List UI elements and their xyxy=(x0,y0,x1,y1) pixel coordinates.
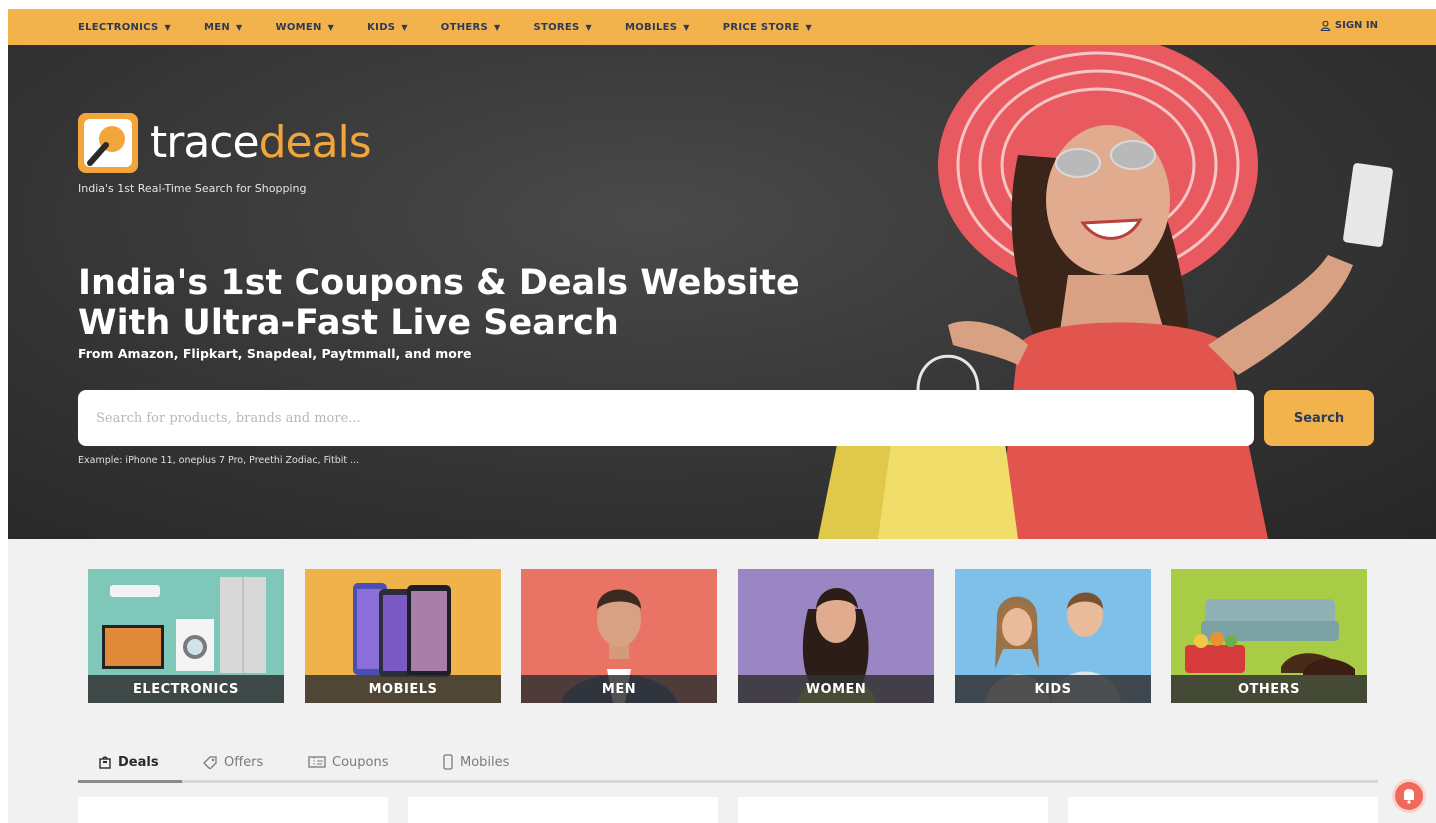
tab-deals[interactable]: Deals xyxy=(98,747,159,777)
nav-women[interactable]: WOMEN ▼ xyxy=(275,22,334,33)
nav-label: MEN xyxy=(203,21,231,33)
coupon-icon xyxy=(308,756,326,768)
top-nav: ELECTRONICS ▼ MEN ▼ WOMEN ▼ KIDS ▼ OTHERS ▼ S… xyxy=(8,9,1436,45)
hero-headline: India's 1st Coupons & Deals Website With… xyxy=(78,263,800,343)
category-kids[interactable]: KIDS xyxy=(955,569,1151,703)
tab-label: Coupons xyxy=(332,754,389,770)
hero-banner: tracedeals India's 1st Real-Time Search … xyxy=(8,45,1436,539)
chevron-down-icon: ▼ xyxy=(327,22,335,32)
category-label: OTHERS xyxy=(1171,675,1367,703)
sign-in-link[interactable]: SIGN IN xyxy=(1320,20,1378,31)
tagline: India's 1st Real-Time Search for Shoppin… xyxy=(78,182,307,195)
logo-text-deals: deals xyxy=(258,117,372,168)
category-mobiles[interactable]: MOBIELS xyxy=(305,569,501,703)
nav-label: PRICE STORE xyxy=(722,21,800,33)
category-men[interactable]: MEN xyxy=(521,569,717,703)
chevron-down-icon: ▼ xyxy=(164,22,171,32)
hero-subheadline: From Amazon, Flipkart, Snapdeal, Paytmma… xyxy=(78,346,472,361)
search-button[interactable]: Search xyxy=(1264,390,1374,446)
deal-card[interactable] xyxy=(1068,797,1378,823)
category-label: KIDS xyxy=(955,675,1151,703)
search-input[interactable] xyxy=(96,410,1254,426)
tab-label: Offers xyxy=(224,754,264,770)
chevron-down-icon: ▼ xyxy=(683,22,690,32)
tab-coupons[interactable]: Coupons xyxy=(308,747,389,777)
logo-mark xyxy=(78,113,138,173)
nav-others[interactable]: OTHERS ▼ xyxy=(441,22,501,33)
nav-label: MOBILES xyxy=(624,21,678,33)
nav-men[interactable]: MEN ▼ xyxy=(204,22,243,33)
category-label: MEN xyxy=(521,675,717,703)
user-icon xyxy=(1320,20,1331,31)
logo-mark-icon xyxy=(78,113,138,173)
mobile-icon xyxy=(443,754,453,770)
chevron-down-icon: ▼ xyxy=(236,22,243,32)
nav-label: KIDS xyxy=(367,21,396,33)
content-tabs: Deals Offers Coupons Mobiles xyxy=(78,741,1378,783)
nav-label: WOMEN xyxy=(275,21,322,33)
tab-offers[interactable]: Offers xyxy=(202,747,263,777)
nav-kids[interactable]: KIDS ▼ xyxy=(367,22,408,33)
chevron-down-icon: ▼ xyxy=(585,22,592,32)
sign-in-label: SIGN IN xyxy=(1334,20,1378,31)
nav-label: STORES xyxy=(533,21,580,33)
tab-label: Deals xyxy=(118,754,159,770)
tracedeals-logo[interactable]: tracedeals xyxy=(78,113,372,173)
deal-card[interactable] xyxy=(408,797,718,823)
nav-mobiles[interactable]: MOBILES ▼ xyxy=(625,22,690,33)
category-women[interactable]: WOMEN xyxy=(738,569,934,703)
deal-card[interactable] xyxy=(78,797,388,823)
nav-electronics[interactable]: ELECTRONICS ▼ xyxy=(78,22,171,33)
chevron-down-icon: ▼ xyxy=(401,22,408,32)
chevron-down-icon: ▼ xyxy=(494,22,501,32)
tab-label: Mobiles xyxy=(460,754,510,770)
model-shopping-image xyxy=(818,45,1393,539)
bell-icon xyxy=(1404,789,1414,804)
chevron-down-icon: ▼ xyxy=(805,22,812,32)
search-example-text: Example: iPhone 11, oneplus 7 Pro, Preet… xyxy=(78,455,360,466)
logo-text-trace: trace xyxy=(150,117,260,168)
category-label: ELECTRONICS xyxy=(88,675,284,703)
category-label: WOMEN xyxy=(738,675,934,703)
logo-text: tracedeals xyxy=(150,121,372,165)
category-electronics[interactable]: ELECTRONICS xyxy=(88,569,284,703)
chat-button[interactable] xyxy=(1395,782,1423,810)
nav-label: OTHERS xyxy=(440,21,488,33)
tab-mobiles[interactable]: Mobiles xyxy=(442,747,509,777)
nav-label: ELECTRONICS xyxy=(78,21,159,33)
search-box xyxy=(78,390,1254,446)
category-tiles: ELECTRONICS MOBIELS MEN WOMEN KIDS OTHER… xyxy=(88,569,1368,703)
page: ELECTRONICS ▼ MEN ▼ WOMEN ▼ KIDS ▼ OTHERS ▼ S… xyxy=(8,9,1436,823)
category-others[interactable]: OTHERS xyxy=(1171,569,1367,703)
tag-icon xyxy=(203,756,217,769)
bag-icon xyxy=(99,756,111,769)
category-label: MOBIELS xyxy=(305,675,501,703)
active-tab-indicator xyxy=(78,780,182,783)
nav-price-store[interactable]: PRICE STORE ▼ xyxy=(723,22,812,33)
deal-card[interactable] xyxy=(738,797,1048,823)
nav-stores[interactable]: STORES ▼ xyxy=(533,22,592,33)
